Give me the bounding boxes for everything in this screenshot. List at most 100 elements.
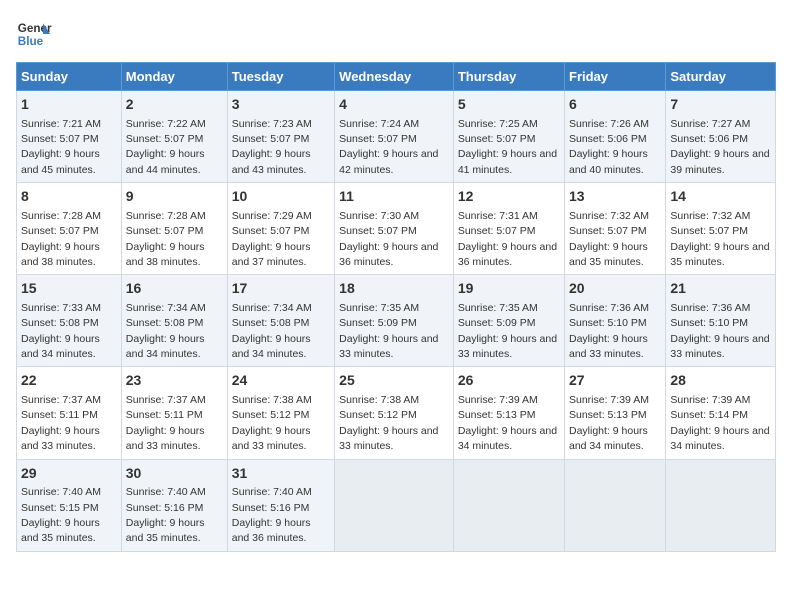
day-number: 19 bbox=[458, 279, 560, 299]
day-number: 20 bbox=[569, 279, 661, 299]
calendar-day-cell: 10 Sunrise: 7:29 AM Sunset: 5:07 PM Dayl… bbox=[227, 183, 334, 275]
sunrise-info: Sunrise: 7:39 AM bbox=[569, 394, 649, 406]
sunset-info: Sunset: 5:07 PM bbox=[126, 133, 204, 145]
calendar-day-cell: 7 Sunrise: 7:27 AM Sunset: 5:06 PM Dayli… bbox=[666, 91, 776, 183]
day-number: 10 bbox=[232, 187, 330, 207]
daylight-info: Daylight: 9 hours and 33 minutes. bbox=[21, 425, 100, 452]
sunrise-info: Sunrise: 7:23 AM bbox=[232, 118, 312, 130]
sunrise-info: Sunrise: 7:37 AM bbox=[21, 394, 101, 406]
sunset-info: Sunset: 5:07 PM bbox=[339, 133, 417, 145]
daylight-info: Daylight: 9 hours and 42 minutes. bbox=[339, 148, 438, 175]
day-number: 12 bbox=[458, 187, 560, 207]
calendar-day-cell: 2 Sunrise: 7:22 AM Sunset: 5:07 PM Dayli… bbox=[121, 91, 227, 183]
daylight-info: Daylight: 9 hours and 35 minutes. bbox=[670, 241, 769, 268]
day-number: 15 bbox=[21, 279, 117, 299]
logo: General Blue bbox=[16, 16, 52, 52]
calendar-day-cell: 4 Sunrise: 7:24 AM Sunset: 5:07 PM Dayli… bbox=[335, 91, 454, 183]
calendar-table: SundayMondayTuesdayWednesdayThursdayFrid… bbox=[16, 62, 776, 552]
calendar-day-cell: 18 Sunrise: 7:35 AM Sunset: 5:09 PM Dayl… bbox=[335, 275, 454, 367]
day-number: 28 bbox=[670, 371, 771, 391]
calendar-day-cell: 30 Sunrise: 7:40 AM Sunset: 5:16 PM Dayl… bbox=[121, 459, 227, 551]
sunset-info: Sunset: 5:07 PM bbox=[126, 225, 204, 237]
sunrise-info: Sunrise: 7:38 AM bbox=[339, 394, 419, 406]
sunset-info: Sunset: 5:10 PM bbox=[670, 317, 748, 329]
sunrise-info: Sunrise: 7:32 AM bbox=[670, 210, 750, 222]
daylight-info: Daylight: 9 hours and 41 minutes. bbox=[458, 148, 557, 175]
sunrise-info: Sunrise: 7:38 AM bbox=[232, 394, 312, 406]
day-number: 5 bbox=[458, 95, 560, 115]
calendar-day-cell: 3 Sunrise: 7:23 AM Sunset: 5:07 PM Dayli… bbox=[227, 91, 334, 183]
day-number: 26 bbox=[458, 371, 560, 391]
daylight-info: Daylight: 9 hours and 34 minutes. bbox=[232, 333, 311, 360]
sunrise-info: Sunrise: 7:28 AM bbox=[21, 210, 101, 222]
calendar-day-cell: 31 Sunrise: 7:40 AM Sunset: 5:16 PM Dayl… bbox=[227, 459, 334, 551]
day-number: 22 bbox=[21, 371, 117, 391]
sunset-info: Sunset: 5:09 PM bbox=[458, 317, 536, 329]
calendar-day-cell: 13 Sunrise: 7:32 AM Sunset: 5:07 PM Dayl… bbox=[565, 183, 666, 275]
calendar-day-cell: 26 Sunrise: 7:39 AM Sunset: 5:13 PM Dayl… bbox=[453, 367, 564, 459]
daylight-info: Daylight: 9 hours and 36 minutes. bbox=[458, 241, 557, 268]
day-number: 16 bbox=[126, 279, 223, 299]
empty-cell bbox=[335, 459, 454, 551]
day-number: 17 bbox=[232, 279, 330, 299]
empty-cell bbox=[565, 459, 666, 551]
daylight-info: Daylight: 9 hours and 34 minutes. bbox=[21, 333, 100, 360]
sunrise-info: Sunrise: 7:37 AM bbox=[126, 394, 206, 406]
sunrise-info: Sunrise: 7:39 AM bbox=[670, 394, 750, 406]
sunrise-info: Sunrise: 7:24 AM bbox=[339, 118, 419, 130]
day-number: 4 bbox=[339, 95, 449, 115]
sunrise-info: Sunrise: 7:40 AM bbox=[21, 486, 101, 498]
sunset-info: Sunset: 5:11 PM bbox=[126, 409, 203, 421]
daylight-info: Daylight: 9 hours and 44 minutes. bbox=[126, 148, 205, 175]
sunset-info: Sunset: 5:07 PM bbox=[232, 133, 310, 145]
day-number: 11 bbox=[339, 187, 449, 207]
calendar-day-cell: 15 Sunrise: 7:33 AM Sunset: 5:08 PM Dayl… bbox=[17, 275, 122, 367]
calendar-day-cell: 23 Sunrise: 7:37 AM Sunset: 5:11 PM Dayl… bbox=[121, 367, 227, 459]
daylight-info: Daylight: 9 hours and 35 minutes. bbox=[21, 517, 100, 544]
daylight-info: Daylight: 9 hours and 38 minutes. bbox=[21, 241, 100, 268]
sunset-info: Sunset: 5:13 PM bbox=[569, 409, 647, 421]
day-number: 9 bbox=[126, 187, 223, 207]
daylight-info: Daylight: 9 hours and 40 minutes. bbox=[569, 148, 648, 175]
sunrise-info: Sunrise: 7:34 AM bbox=[126, 302, 206, 314]
day-number: 2 bbox=[126, 95, 223, 115]
sunset-info: Sunset: 5:11 PM bbox=[21, 409, 98, 421]
daylight-info: Daylight: 9 hours and 34 minutes. bbox=[126, 333, 205, 360]
day-number: 23 bbox=[126, 371, 223, 391]
sunset-info: Sunset: 5:12 PM bbox=[339, 409, 417, 421]
sunrise-info: Sunrise: 7:36 AM bbox=[569, 302, 649, 314]
daylight-info: Daylight: 9 hours and 33 minutes. bbox=[670, 333, 769, 360]
calendar-day-cell: 25 Sunrise: 7:38 AM Sunset: 5:12 PM Dayl… bbox=[335, 367, 454, 459]
sunrise-info: Sunrise: 7:25 AM bbox=[458, 118, 538, 130]
sunrise-info: Sunrise: 7:30 AM bbox=[339, 210, 419, 222]
calendar-day-cell: 17 Sunrise: 7:34 AM Sunset: 5:08 PM Dayl… bbox=[227, 275, 334, 367]
sunrise-info: Sunrise: 7:29 AM bbox=[232, 210, 312, 222]
sunset-info: Sunset: 5:10 PM bbox=[569, 317, 647, 329]
calendar-day-cell: 28 Sunrise: 7:39 AM Sunset: 5:14 PM Dayl… bbox=[666, 367, 776, 459]
calendar-week-row: 15 Sunrise: 7:33 AM Sunset: 5:08 PM Dayl… bbox=[17, 275, 776, 367]
calendar-day-cell: 19 Sunrise: 7:35 AM Sunset: 5:09 PM Dayl… bbox=[453, 275, 564, 367]
day-number: 6 bbox=[569, 95, 661, 115]
sunset-info: Sunset: 5:07 PM bbox=[339, 225, 417, 237]
daylight-info: Daylight: 9 hours and 33 minutes. bbox=[458, 333, 557, 360]
sunset-info: Sunset: 5:07 PM bbox=[21, 133, 99, 145]
sunrise-info: Sunrise: 7:27 AM bbox=[670, 118, 750, 130]
weekday-header-thursday: Thursday bbox=[453, 63, 564, 91]
day-number: 3 bbox=[232, 95, 330, 115]
daylight-info: Daylight: 9 hours and 33 minutes. bbox=[339, 333, 438, 360]
sunset-info: Sunset: 5:16 PM bbox=[232, 502, 310, 514]
daylight-info: Daylight: 9 hours and 34 minutes. bbox=[458, 425, 557, 452]
sunset-info: Sunset: 5:07 PM bbox=[21, 225, 99, 237]
sunrise-info: Sunrise: 7:34 AM bbox=[232, 302, 312, 314]
sunrise-info: Sunrise: 7:31 AM bbox=[458, 210, 538, 222]
sunset-info: Sunset: 5:08 PM bbox=[232, 317, 310, 329]
sunrise-info: Sunrise: 7:36 AM bbox=[670, 302, 750, 314]
day-number: 14 bbox=[670, 187, 771, 207]
daylight-info: Daylight: 9 hours and 35 minutes. bbox=[569, 241, 648, 268]
calendar-week-row: 1 Sunrise: 7:21 AM Sunset: 5:07 PM Dayli… bbox=[17, 91, 776, 183]
day-number: 21 bbox=[670, 279, 771, 299]
sunrise-info: Sunrise: 7:32 AM bbox=[569, 210, 649, 222]
sunset-info: Sunset: 5:07 PM bbox=[458, 133, 536, 145]
daylight-info: Daylight: 9 hours and 38 minutes. bbox=[126, 241, 205, 268]
sunset-info: Sunset: 5:16 PM bbox=[126, 502, 204, 514]
